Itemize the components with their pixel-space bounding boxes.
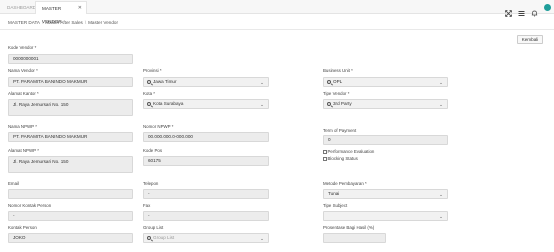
search-icon — [327, 102, 331, 106]
tipe-vendor-label: Tipe Vendor * — [323, 91, 350, 96]
tipe-vendor-select[interactable]: 3rd Party ⌄ — [323, 99, 448, 109]
alamat-kantor-field[interactable]: Jl. Raya Jemursari No. 150 — [8, 99, 133, 116]
breadcrumb-separator: \ — [84, 20, 87, 25]
kota-label: Kota * — [143, 91, 155, 96]
breadcrumb-item[interactable]: MASTER DATA — [8, 20, 40, 25]
chevron-down-icon: ⌄ — [439, 102, 443, 107]
bell-icon[interactable] — [531, 4, 538, 16]
nomor-npwp-field[interactable]: 00.000.000.0-000.000 — [143, 132, 269, 142]
nama-npwp-label: Nama NPWP * — [8, 124, 37, 129]
breadcrumb-item[interactable]: Master After Sales — [45, 20, 83, 25]
group-list-placeholder: Group List — [153, 235, 175, 240]
alamat-npwp-label: Alamat NPWP * — [8, 148, 39, 153]
kode-pos-label: Kode Pos — [143, 148, 163, 153]
blocking-status-label: Blocking Status — [327, 156, 358, 161]
term-of-payment-label: Term of Payment — [323, 128, 357, 133]
fax-label: Fax — [143, 203, 151, 208]
breadcrumb: MASTER DATA \ Master After Sales \ Master Ve… — [8, 20, 118, 25]
kota-select[interactable]: Kota Surabaya ⌄ — [143, 99, 269, 109]
breadcrumb-item: Master Vendor — [88, 20, 118, 25]
kontak-person-field[interactable]: JOKO — [8, 233, 133, 243]
telepon-field[interactable]: - — [143, 189, 269, 199]
alamat-npwp-field[interactable]: Jl. Raya Jemursari No. 150 — [8, 156, 133, 173]
metode-pembayaran-label: Metode Pembayaran * — [323, 181, 367, 186]
search-icon — [147, 102, 151, 106]
tab-dashboard[interactable]: DASHBOARD — [1, 1, 37, 14]
fax-field[interactable]: - — [143, 211, 269, 221]
chevron-down-icon: ⌄ — [439, 214, 443, 219]
prosentase-field[interactable] — [323, 233, 386, 243]
business-unit-label: Business Unit * — [323, 68, 353, 73]
kode-pos-field[interactable]: 60175 — [143, 156, 269, 166]
tipe-subject-label: Tipe Subject — [323, 203, 348, 208]
expand-icon[interactable] — [505, 4, 512, 17]
nama-vendor-field[interactable]: PT. PARAMITA BANINDO MAKMUR — [8, 77, 133, 87]
performance-evaluation-label: Performance Evaluation — [327, 149, 375, 154]
chevron-down-icon: ⌄ — [260, 80, 264, 85]
provinsi-select[interactable]: Jawa Timur ⌄ — [143, 77, 269, 87]
checkbox-icon[interactable] — [323, 150, 327, 154]
provinsi-label: Provinsi * — [143, 68, 162, 73]
menu-icon[interactable] — [518, 4, 525, 16]
chevron-down-icon: ⌄ — [260, 236, 264, 241]
top-bar: DASHBOARD MASTER VENDOR ✕ — [0, 0, 554, 24]
telepon-label: Telepon — [143, 181, 159, 186]
kota-value: Kota Surabaya — [153, 101, 184, 106]
email-field[interactable] — [8, 189, 133, 199]
nomor-kontak-person-label: Nomor Kontak Person — [8, 203, 52, 208]
avatar[interactable] — [544, 3, 551, 11]
alamat-kantor-label: Alamat Kantor * — [8, 91, 39, 96]
checkbox-icon[interactable] — [323, 157, 327, 161]
provinsi-value: Jawa Timur — [153, 79, 177, 84]
nama-vendor-label: Nama Vendor * — [8, 68, 38, 73]
prosentase-label: Prosentase Bagi Hasil (%) — [323, 225, 375, 230]
group-list-label: Group List — [143, 225, 164, 230]
email-label: Email — [8, 181, 19, 186]
group-list-select[interactable]: Group List ⌄ — [143, 233, 269, 243]
kode-vendor-label: Kode Vendor * — [8, 45, 37, 50]
business-unit-select[interactable]: OPL ⌄ — [323, 77, 448, 87]
back-button[interactable]: Kembali — [517, 35, 543, 44]
kontak-person-label: Kontak Person — [8, 225, 37, 230]
metode-pembayaran-value: Tunai — [328, 191, 340, 196]
top-icons — [505, 3, 551, 17]
close-tab-icon[interactable]: ✕ — [78, 2, 82, 15]
performance-evaluation-checkbox[interactable]: Performance Evaluation — [323, 149, 374, 154]
chevron-down-icon: ⌄ — [439, 192, 443, 197]
chevron-down-icon: ⌄ — [260, 102, 264, 107]
search-icon — [147, 80, 151, 84]
tipe-subject-select[interactable]: ⌄ — [323, 211, 448, 221]
breadcrumb-separator: \ — [42, 20, 44, 25]
nomor-kontak-person-field[interactable]: - — [8, 211, 133, 221]
chevron-down-icon: ⌄ — [439, 80, 443, 85]
search-icon — [327, 80, 331, 84]
tab-master-vendor[interactable]: MASTER VENDOR ✕ — [35, 1, 87, 24]
tipe-vendor-value: 3rd Party — [333, 101, 352, 106]
blocking-status-checkbox[interactable]: Blocking Status — [323, 156, 358, 161]
term-of-payment-field[interactable]: 0 — [323, 135, 448, 145]
nama-npwp-field[interactable]: PT. PARAMITA BANINDO MAKMUR — [8, 132, 133, 142]
tab-dashboard-label: DASHBOARD — [7, 5, 37, 10]
nomor-npwp-label: Nomor NPWP * — [143, 124, 174, 129]
search-icon — [147, 236, 151, 240]
metode-pembayaran-select[interactable]: Tunai ⌄ — [323, 189, 448, 199]
kode-vendor-field[interactable]: 0000000001 — [8, 54, 133, 64]
divider — [0, 29, 554, 30]
business-unit-value: OPL — [333, 79, 343, 84]
